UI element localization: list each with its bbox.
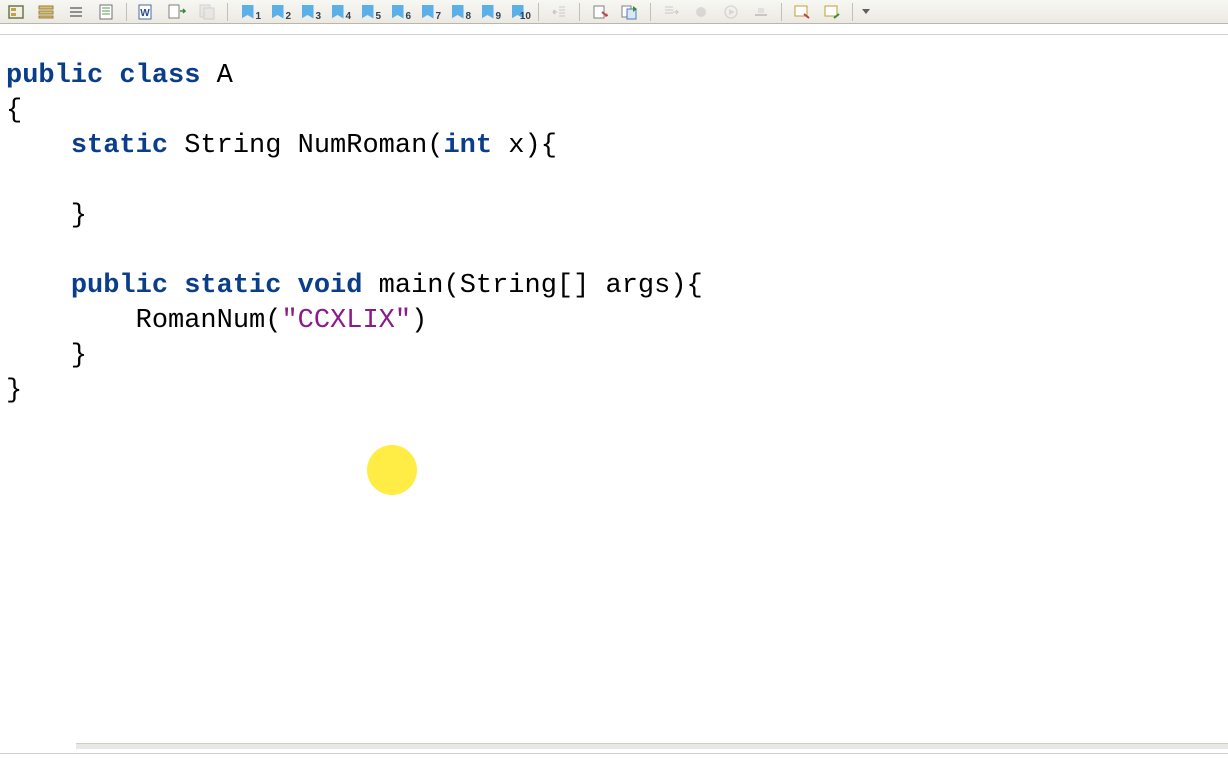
brackets: [] bbox=[557, 271, 589, 301]
outline-button[interactable] bbox=[62, 2, 90, 22]
cursor-highlight-spot bbox=[367, 445, 417, 495]
bookmark-8-icon: 8 bbox=[445, 4, 471, 20]
brace-close: } bbox=[6, 341, 87, 371]
toolbar: W 1 2 3 4 5 6 7 8 9 10 bbox=[0, 0, 1228, 24]
keyword-public: public bbox=[71, 271, 168, 301]
bookmark-4-icon: 4 bbox=[325, 4, 351, 20]
keyword-static: static bbox=[71, 131, 168, 161]
word-export-button[interactable]: W bbox=[133, 2, 161, 22]
word-export-icon: W bbox=[137, 4, 157, 20]
uncomment-button[interactable] bbox=[818, 2, 846, 22]
step-over-icon bbox=[590, 4, 610, 20]
class-name: A bbox=[217, 61, 233, 91]
play-macro-button bbox=[717, 2, 745, 22]
indent-left-button bbox=[545, 2, 573, 22]
bookmark-1-icon: 1 bbox=[235, 4, 261, 20]
bookmark-7-icon: 7 bbox=[415, 4, 441, 20]
type-string: String bbox=[460, 271, 557, 301]
keyword-public: public bbox=[6, 61, 103, 91]
step-into-button[interactable] bbox=[616, 2, 644, 22]
toggle-icon bbox=[751, 4, 771, 20]
code-editor[interactable]: public class A { static String NumRoman(… bbox=[0, 34, 1228, 754]
method-main: main bbox=[379, 271, 444, 301]
project-view-button[interactable] bbox=[2, 2, 30, 22]
bookmark-9-button[interactable]: 9 bbox=[474, 2, 502, 22]
keyword-int: int bbox=[443, 131, 492, 161]
indent-icon bbox=[661, 4, 681, 20]
uncomment-icon bbox=[822, 4, 842, 20]
document-button[interactable] bbox=[92, 2, 120, 22]
project-view-icon bbox=[6, 4, 26, 20]
toolbar-separator bbox=[126, 3, 127, 21]
toolbar-separator bbox=[227, 3, 228, 21]
toolbar-separator bbox=[579, 3, 580, 21]
brace-close: } bbox=[6, 201, 87, 231]
bookmark-4-button[interactable]: 4 bbox=[324, 2, 352, 22]
document-icon bbox=[96, 4, 116, 20]
bookmark-3-icon: 3 bbox=[295, 4, 321, 20]
comment-icon bbox=[792, 4, 812, 20]
toolbar-separator bbox=[781, 3, 782, 21]
bookmark-8-button[interactable]: 8 bbox=[444, 2, 472, 22]
method-numroman: NumRoman bbox=[298, 131, 428, 161]
record-macro-icon bbox=[691, 4, 711, 20]
brace-open: { bbox=[6, 96, 22, 126]
copy-disabled-button bbox=[193, 2, 221, 22]
comment-button[interactable] bbox=[788, 2, 816, 22]
toggle-button bbox=[747, 2, 775, 22]
outline-icon bbox=[66, 4, 86, 20]
bottom-scroll-track[interactable] bbox=[76, 743, 1228, 749]
bookmark-1-button[interactable]: 1 bbox=[234, 2, 262, 22]
step-into-icon bbox=[620, 4, 640, 20]
bookmark-2-icon: 2 bbox=[265, 4, 291, 20]
string-literal: "CCXLIX" bbox=[281, 306, 411, 336]
step-over-button[interactable] bbox=[586, 2, 614, 22]
bookmark-9-icon: 9 bbox=[475, 4, 501, 20]
stack-icon bbox=[36, 4, 56, 20]
toolbar-separator bbox=[852, 3, 853, 21]
keyword-class: class bbox=[119, 61, 200, 91]
bookmark-6-button[interactable]: 6 bbox=[384, 2, 412, 22]
bookmark-5-button[interactable]: 5 bbox=[354, 2, 382, 22]
toolbar-separator bbox=[538, 3, 539, 21]
bookmark-2-button[interactable]: 2 bbox=[264, 2, 292, 22]
indent-right-button bbox=[657, 2, 685, 22]
page-right-button[interactable] bbox=[163, 2, 191, 22]
bookmark-3-button[interactable]: 3 bbox=[294, 2, 322, 22]
bookmark-7-button[interactable]: 7 bbox=[414, 2, 442, 22]
brace-close: } bbox=[6, 376, 22, 406]
play-macro-icon bbox=[721, 4, 741, 20]
copy-disabled-icon bbox=[197, 4, 217, 20]
bookmark-5-icon: 5 bbox=[355, 4, 381, 20]
keyword-void: void bbox=[298, 271, 363, 301]
toolbar-separator bbox=[650, 3, 651, 21]
code-content: public class A { static String NumRoman(… bbox=[0, 35, 1228, 409]
bookmark-10-icon: 10 bbox=[505, 4, 531, 20]
keyword-static: static bbox=[184, 271, 281, 301]
record-macro-button bbox=[687, 2, 715, 22]
param-x: x bbox=[508, 131, 524, 161]
indent-left-icon bbox=[549, 4, 569, 20]
stack-button[interactable] bbox=[32, 2, 60, 22]
toolbar-overflow-dropdown[interactable] bbox=[859, 2, 873, 22]
bookmark-6-icon: 6 bbox=[385, 4, 411, 20]
type-string: String bbox=[184, 131, 281, 161]
call-romannum: RomanNum bbox=[136, 306, 266, 336]
page-right-icon bbox=[167, 4, 187, 20]
bookmark-10-button[interactable]: 10 bbox=[504, 2, 532, 22]
svg-text:W: W bbox=[140, 8, 150, 19]
param-args: args bbox=[606, 271, 671, 301]
